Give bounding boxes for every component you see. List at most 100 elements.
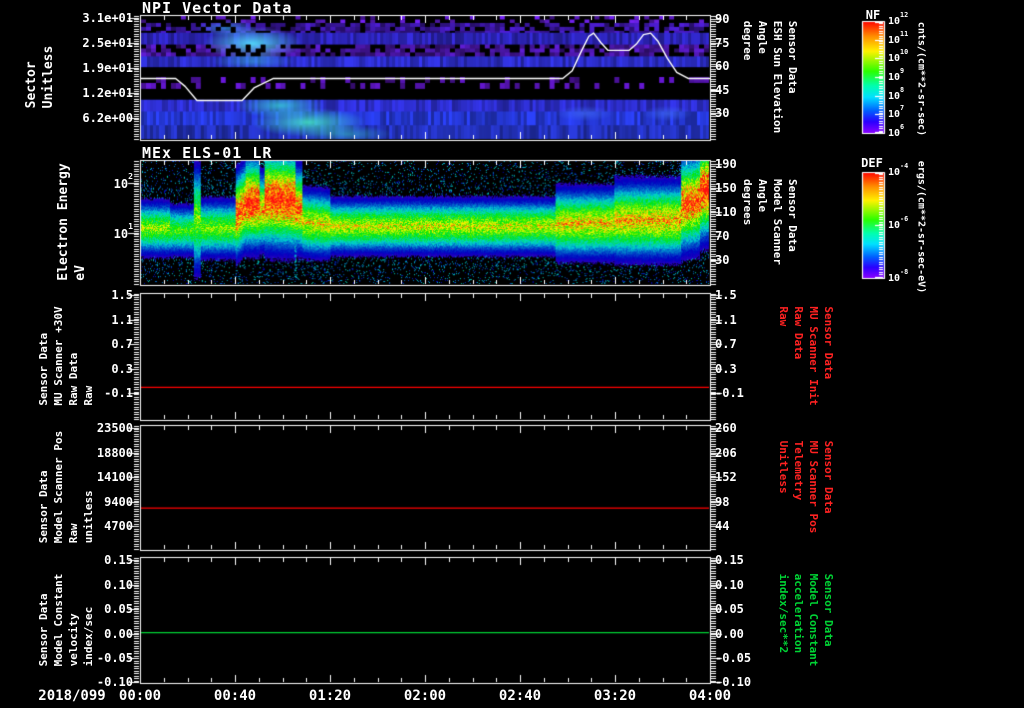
colorbar-tick-label: 10-4 [888,161,909,179]
y-tick-label: 190 [715,157,737,171]
colorbar-tick-label: 107 [888,104,905,121]
axis-label-line: Sensor Data [786,178,799,252]
y-tick-label: 0.15 [715,553,744,567]
y-tick-label: 45 [715,82,730,97]
y-tick-label: 0.05 [104,602,133,616]
axis-label-line: index/sec**2 [777,573,790,654]
colorbar-tick-label: 108 [888,85,905,102]
y-tick-label: 70 [715,229,730,243]
axis-label-line: Model Scanner [771,178,784,266]
colorbar-tick-label: 1010 [888,48,909,65]
axis-label-line: Raw [777,306,790,327]
x-tick-label: 01:20 [308,688,352,704]
axis-label-line: Sensor Data [822,306,835,380]
y-tick-label: 2.5e+01 [82,36,133,50]
y-tick-label: 90 [715,12,730,26]
y-tick-label: 0.3 [715,361,737,376]
y-tick-label: 30 [715,253,730,267]
y-tick-label: 0.7 [715,337,737,351]
x-tick-label: 04:00 [688,688,732,704]
y-tick-label: -0.1 [104,386,133,400]
y-tick-label: 1.1 [111,312,133,327]
y-tick-label: 0.10 [104,577,133,592]
y-tick-label: 1.2e+01 [82,86,133,100]
axis-label-line: Raw Data [792,306,805,360]
y-tick-label: 14100 [96,470,133,484]
y-tick-label: 3.1e+01 [82,11,133,25]
y-tick-label: 6.2e+00 [82,111,133,125]
y-tick-label: 0.3 [111,361,133,376]
axis-label-line: MU Scanner Init [807,306,820,406]
axis-label-line: Angle [756,20,769,54]
y-tick-label: -0.05 [715,651,752,665]
y-tick-label: 30 [715,106,730,120]
axis-label-line: degrees [741,178,754,226]
y-tick-label: 102 [113,171,133,191]
colorbar-nf-units: cnts/(cm**2-sr-sec) [915,21,927,137]
y-tick-label: 60 [715,59,730,73]
axis-label-line: Telemetry [792,440,805,501]
y-tick-label: -0.05 [96,651,133,665]
axis-label-line: Unitless [777,440,790,494]
y-tick-label: 4700 [104,519,133,533]
y-tick-label: 98 [715,494,730,509]
x-tick-label: 02:00 [403,688,447,704]
axis-label-line: Sensor Data [786,20,799,94]
y-tick-label: 150 [715,181,737,195]
y-tick-label: 0.10 [715,577,744,592]
y-tick-label: 1.5 [715,288,737,302]
y-tick-label: 0.15 [104,553,133,567]
colorbar-tick-label: 106 [888,122,905,140]
y-tick-label: 18800 [96,445,133,460]
y-tick-label: 9400 [104,494,133,509]
y-tick-label: -0.10 [715,675,752,689]
axis-label-line: Sensor Data [822,440,835,514]
y-tick-label: 0.7 [111,337,133,351]
colorbar-def-title: DEF [861,156,883,170]
y-tick-label: 23500 [96,421,133,435]
y-tick-label: -0.10 [96,675,133,689]
colorbar-def-units: ergs/(cm**2-sr-sec-eV) [915,160,927,294]
panel1-title: NPI Vector Data [142,0,293,17]
colorbar-tick-label: 10-6 [888,214,909,232]
panel1-right-axis-title: Sensor Data ESH Sun Elevation Angle degr… [741,21,799,134]
y-tick-label: 101 [113,221,133,241]
axis-label-line: ESH Sun Elevation [771,20,784,134]
x-axis-date-label: 2018/099 [38,688,106,704]
y-tick-label: 110 [715,205,737,219]
x-tick-label: 00:40 [213,688,257,704]
colorbar-tick-label: 1012 [888,10,909,28]
y-tick-label: 260 [715,421,737,435]
y-tick-label: 206 [715,445,737,460]
panel4-right-axis-title: Sensor Data MU Scanner Pos Telemetry Uni… [777,441,835,534]
x-tick-label: 02:40 [498,688,542,704]
y-tick-label: 0.00 [715,626,744,641]
panel2-title: MEx ELS-01 LR [142,144,273,162]
colorbar-nf-title: NF [865,8,881,22]
x-tick-label: 03:20 [593,688,637,704]
colorbar-tick-label: 109 [888,66,905,84]
axis-label-line: MU Scanner Pos [807,440,820,534]
axis-label-line: Sensor Data [822,573,835,647]
y-tick-label: 75 [715,35,730,50]
y-tick-label: 0.00 [104,626,133,641]
axis-label-line: acceleration [792,573,805,654]
axis-label-line: Angle [756,178,769,213]
y-tick-label: 1.9e+01 [82,61,133,75]
colorbar-tick-label: 1011 [888,29,909,46]
axis-label-line: Model Constant [807,573,820,667]
panel2-right-axis-title: Sensor Data Model Scanner Angle degrees [741,179,799,265]
panel3-right-axis-title: Sensor Data MU Scanner Init Raw Data Raw [777,306,835,405]
panel5-right-axis-title: Sensor Data Model Constant acceleration … [777,574,835,667]
y-tick-label: 44 [715,519,730,533]
plot-canvas [0,0,1024,708]
y-tick-label: -0.1 [715,386,744,400]
y-tick-label: 0.05 [715,602,744,616]
x-tick-label: 00:00 [118,688,162,704]
y-tick-label: 152 [715,470,737,484]
y-tick-label: 1.1 [715,312,737,327]
axis-label-line: degree [741,20,754,61]
y-tick-label: 1.5 [111,288,133,302]
plot-window: NPI Vector Data MEx ELS-01 LR Sector Uni… [0,0,1024,708]
colorbar-tick-label: 10-8 [888,267,909,285]
